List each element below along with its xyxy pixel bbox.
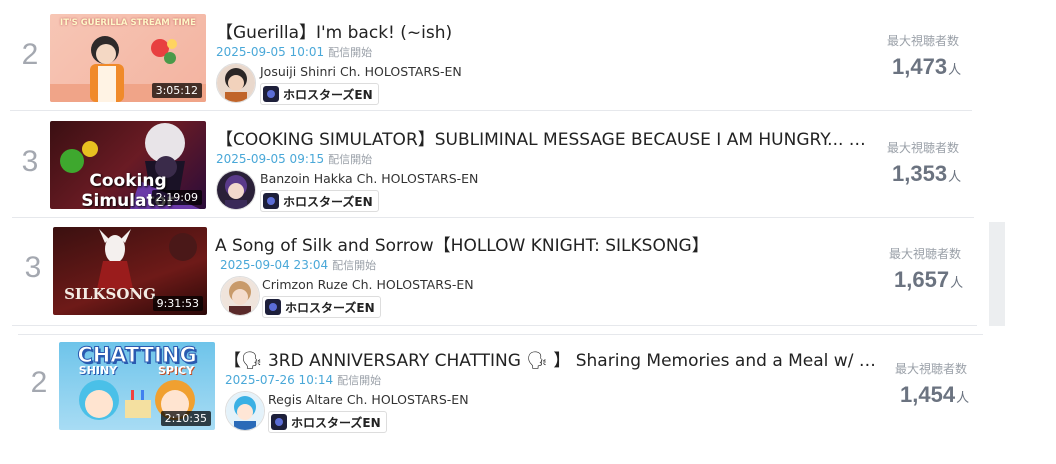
channel-name[interactable]: Banzoin Hakka Ch. HOLOSTARS-EN (260, 171, 478, 186)
video-thumbnail[interactable]: SILKSONG 9:31:53 (53, 227, 207, 315)
stream-date-label: 配信開始 (332, 259, 377, 272)
max-viewers-label: 最大視聴者数 (895, 362, 968, 376)
holostars-logo-icon (265, 299, 281, 315)
max-viewers-value: 1,454人 (900, 382, 969, 408)
max-viewers-value: 1,657人 (894, 267, 963, 293)
list-item[interactable]: 3 Cooking Simulator 2:19:09 【COOKING SIM… (10, 115, 975, 223)
list-item[interactable]: 2 IT'S GUERILLA STREAM TIME 3:05:12 【Gue… (10, 8, 975, 116)
video-thumbnail[interactable]: Cooking Simulator 2:19:09 (50, 121, 206, 209)
group-badge-label: ホロスターズEN (285, 300, 375, 315)
stream-date-value: 2025-09-05 09:15 (216, 152, 325, 166)
stream-date-value: 2025-09-05 10:01 (216, 45, 325, 59)
video-title[interactable]: 【🗣 3RD ANNIVERSARY CHATTING 🗣 】 Sharing … (224, 346, 876, 371)
rank-number: 3 (21, 145, 39, 178)
video-duration: 3:05:12 (151, 83, 202, 98)
avatar[interactable] (216, 63, 256, 103)
video-duration: 9:31:53 (152, 296, 203, 311)
video-thumbnail[interactable]: IT'S GUERILLA STREAM TIME 3:05:12 (50, 14, 206, 102)
avatar[interactable] (216, 170, 256, 210)
ranking-list: 2 IT'S GUERILLA STREAM TIME 3:05:12 【Gue… (0, 0, 1056, 464)
video-duration: 2:10:35 (160, 411, 211, 426)
list-item[interactable]: 2 CHATTING SHINY SPICY 2:10:35 【🗣 3RD AN… (18, 336, 983, 444)
stream-date: 2025-09-05 09:15 配信開始 (216, 151, 372, 167)
group-badge[interactable]: ホロスターズEN (268, 411, 387, 433)
holostars-logo-icon (263, 193, 279, 209)
stream-date-label: 配信開始 (337, 374, 382, 387)
video-duration: 2:19:09 (151, 190, 202, 205)
stream-date-label: 配信開始 (328, 46, 373, 59)
avatar[interactable] (225, 391, 265, 431)
max-viewers-number: 1,657 (894, 267, 950, 292)
video-title[interactable]: 【Guerilla】I'm back! (~ish) (216, 18, 452, 43)
rank-number: 2 (30, 366, 48, 399)
max-viewers-number: 1,473 (892, 54, 948, 79)
max-viewers-number: 1,454 (900, 382, 956, 407)
stream-date-label: 配信開始 (328, 153, 373, 166)
stream-date: 2025-07-26 10:14 配信開始 (225, 372, 381, 388)
row-divider (10, 110, 972, 111)
avatar-image (217, 171, 255, 209)
group-badge-label: ホロスターズEN (291, 415, 381, 430)
max-viewers-unit: 人 (948, 169, 962, 184)
video-title[interactable]: 【COOKING SIMULATOR】SUBLIMINAL MESSAGE BE… (216, 125, 866, 150)
stream-date: 2025-09-05 10:01 配信開始 (216, 44, 372, 60)
stream-date-value: 2025-09-04 23:04 (220, 258, 329, 272)
video-thumbnail[interactable]: CHATTING SHINY SPICY 2:10:35 (59, 342, 215, 430)
avatar-image (226, 392, 264, 430)
group-badge-label: ホロスターズEN (283, 87, 373, 102)
stream-date: 2025-09-04 23:04 配信開始 (220, 257, 376, 273)
group-badge[interactable]: ホロスターズEN (260, 83, 379, 105)
max-viewers-value: 1,353人 (892, 161, 961, 187)
max-viewers-value: 1,473人 (892, 54, 961, 80)
row-divider (18, 334, 983, 335)
avatar-image (217, 64, 255, 102)
video-title[interactable]: A Song of Silk and Sorrow【HOLLOW KNIGHT:… (215, 231, 709, 256)
rank-number: 3 (24, 251, 42, 284)
channel-name[interactable]: Regis Altare Ch. HOLOSTARS-EN (268, 392, 469, 407)
max-viewers-label: 最大視聴者数 (889, 247, 962, 261)
group-badge[interactable]: ホロスターズEN (262, 296, 381, 318)
avatar-image (221, 277, 259, 315)
max-viewers-unit: 人 (950, 275, 964, 290)
row-divider (12, 325, 977, 326)
channel-name[interactable]: Josuiji Shinri Ch. HOLOSTARS-EN (260, 64, 462, 79)
stream-date-value: 2025-07-26 10:14 (225, 373, 334, 387)
row-divider (12, 217, 974, 218)
max-viewers-label: 最大視聴者数 (887, 141, 960, 155)
max-viewers-number: 1,353 (892, 161, 948, 186)
max-viewers-unit: 人 (948, 62, 962, 77)
holostars-logo-icon (263, 86, 279, 102)
group-badge[interactable]: ホロスターズEN (260, 190, 379, 212)
avatar[interactable] (220, 276, 260, 316)
list-item[interactable]: 3 SILKSONG 9:31:53 A Song of Silk and So… (12, 221, 977, 329)
rank-number: 2 (21, 38, 39, 71)
thumbnail-caption-spicy: SPICY (157, 364, 195, 377)
max-viewers-label: 最大視聴者数 (887, 34, 960, 48)
scrollbar[interactable] (989, 222, 1005, 326)
group-badge-label: ホロスターズEN (283, 194, 373, 209)
holostars-logo-icon (271, 414, 287, 430)
max-viewers-unit: 人 (956, 390, 970, 405)
channel-name[interactable]: Crimzon Ruze Ch. HOLOSTARS-EN (262, 277, 474, 292)
